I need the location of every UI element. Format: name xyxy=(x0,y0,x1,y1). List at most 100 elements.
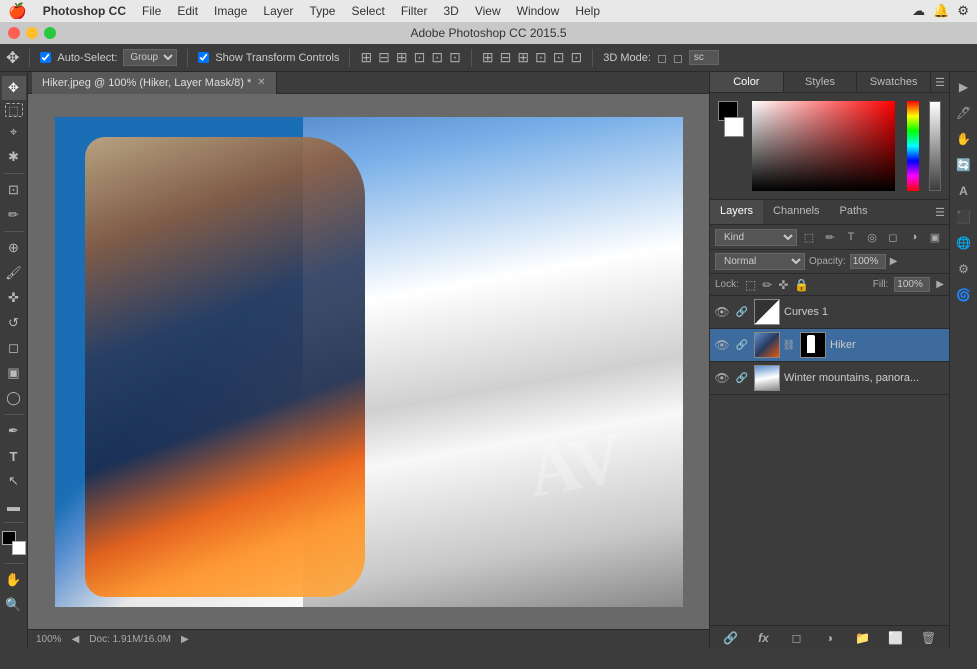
fx-button[interactable]: fx xyxy=(754,629,774,647)
background-swatch[interactable] xyxy=(724,117,744,137)
right-hand-icon[interactable]: ✋ xyxy=(953,128,975,150)
document-tab[interactable]: Hiker.jpeg @ 100% (Hiker, Layer Mask/8) … xyxy=(32,72,277,94)
right-globe-icon[interactable]: 🌐 xyxy=(953,232,975,254)
menu-type[interactable]: Type xyxy=(309,4,335,18)
marquee-tool[interactable]: ⬚ xyxy=(5,103,23,117)
lock-transparent-icon[interactable]: ⬚ xyxy=(745,278,756,292)
transform-controls-checkbox[interactable] xyxy=(198,52,209,63)
distribute-top-icon[interactable]: ⊡ xyxy=(535,49,547,66)
dodge-tool[interactable]: ◯ xyxy=(2,386,26,410)
opacity-strip[interactable] xyxy=(929,101,941,191)
move-tool[interactable]: ✥ xyxy=(2,76,26,100)
minimize-button[interactable] xyxy=(26,27,38,39)
pen-tool[interactable]: ✒ xyxy=(2,419,26,443)
kind-icon-1[interactable]: ⬚ xyxy=(800,228,818,246)
hand-tool[interactable]: ✋ xyxy=(2,568,26,592)
right-rotate-icon[interactable]: 🔄 xyxy=(953,154,975,176)
right-color-icon[interactable]: ⬛ xyxy=(953,206,975,228)
menu-filter[interactable]: Filter xyxy=(401,4,428,18)
tab-paths[interactable]: Paths xyxy=(830,200,878,224)
menu-image[interactable]: Image xyxy=(214,4,247,18)
lock-position-icon[interactable]: ✜ xyxy=(778,278,788,292)
lock-image-icon[interactable]: ✏ xyxy=(762,278,772,292)
delete-layer-button[interactable]: 🗑 xyxy=(919,629,939,647)
layer-chain-hiker[interactable]: ⛓ xyxy=(784,337,794,353)
eraser-tool[interactable]: ◻ xyxy=(2,336,26,360)
color-swatches[interactable] xyxy=(2,531,26,555)
autoselect-select[interactable]: Group Layer xyxy=(123,49,177,66)
close-button[interactable] xyxy=(8,27,20,39)
path-select-tool[interactable]: ↖ xyxy=(2,469,26,493)
align-left-icon[interactable]: ⊞ xyxy=(360,49,372,66)
eyedropper-tool[interactable]: ✏ xyxy=(2,203,26,227)
menu-window[interactable]: Window xyxy=(517,4,560,18)
layer-visibility-mountain[interactable]: 👁 xyxy=(714,370,730,386)
3d-icon-2[interactable]: ◻ xyxy=(673,51,683,65)
kind-select[interactable]: Kind xyxy=(715,229,797,246)
tab-color[interactable]: Color xyxy=(710,72,784,92)
status-arrow-right[interactable]: ▶ xyxy=(181,634,189,645)
menu-file[interactable]: File xyxy=(142,4,161,18)
right-type-icon[interactable]: A xyxy=(953,180,975,202)
history-brush-tool[interactable]: ↺ xyxy=(2,311,26,335)
distribute-bottom-icon[interactable]: ⊡ xyxy=(571,49,583,66)
kind-icon-4[interactable]: ◎ xyxy=(863,228,881,246)
lasso-tool[interactable]: ⌖ xyxy=(2,120,26,144)
menu-3d[interactable]: 3D xyxy=(443,4,458,18)
menu-select[interactable]: Select xyxy=(351,4,384,18)
crop-tool[interactable]: ⊡ xyxy=(2,178,26,202)
panel-menu-icon[interactable]: ☰ xyxy=(931,72,949,92)
layer-visibility-hiker[interactable]: 👁 xyxy=(714,337,730,353)
fill-arrow[interactable]: ▶ xyxy=(936,279,944,290)
layers-menu-icon[interactable]: ☰ xyxy=(931,200,949,224)
blend-mode-select[interactable]: Normal Multiply Screen xyxy=(715,253,805,270)
tab-swatches[interactable]: Swatches xyxy=(857,72,931,92)
layer-item-hiker[interactable]: 👁 🔗 ⛓ Hiker xyxy=(710,329,949,362)
link-layers-button[interactable]: 🔗 xyxy=(721,629,741,647)
layer-link-hiker[interactable]: 🔗 xyxy=(734,333,750,357)
align-center-v-icon[interactable]: ⊡ xyxy=(431,49,443,66)
opacity-arrow[interactable]: ▶ xyxy=(890,256,898,267)
kind-icon-7[interactable]: ▣ xyxy=(926,228,944,246)
3d-icon-1[interactable]: ◻ xyxy=(657,51,667,65)
close-tab-button[interactable]: ✕ xyxy=(257,77,265,88)
hue-strip[interactable] xyxy=(907,101,919,191)
distribute-center-v-icon[interactable]: ⊡ xyxy=(553,49,565,66)
canvas-wrapper[interactable]: AV xyxy=(28,94,709,629)
tab-layers[interactable]: Layers xyxy=(710,200,763,224)
gradient-tool[interactable]: ▣ xyxy=(2,361,26,385)
maximize-button[interactable] xyxy=(44,27,56,39)
align-top-icon[interactable]: ⊡ xyxy=(414,49,426,66)
kind-icon-2[interactable]: ✏ xyxy=(821,228,839,246)
gear-icon[interactable]: ⚙ xyxy=(957,3,969,19)
right-settings-icon[interactable]: ⚙ xyxy=(953,258,975,280)
add-mask-button[interactable]: ◻ xyxy=(787,629,807,647)
align-right-icon[interactable]: ⊞ xyxy=(396,49,408,66)
layer-item-curves[interactable]: 👁 🔗 Curves 1 xyxy=(710,296,949,329)
sc-input[interactable] xyxy=(689,50,719,65)
new-group-button[interactable]: 📁 xyxy=(853,629,873,647)
distribute-center-h-icon[interactable]: ⊟ xyxy=(500,49,512,66)
kind-icon-3[interactable]: T xyxy=(842,228,860,246)
distribute-left-icon[interactable]: ⊞ xyxy=(482,49,494,66)
align-bottom-icon[interactable]: ⊡ xyxy=(449,49,461,66)
background-color[interactable] xyxy=(12,541,26,555)
fill-input[interactable] xyxy=(894,277,930,292)
notification-icon[interactable]: 🔔 xyxy=(933,3,949,19)
tab-styles[interactable]: Styles xyxy=(784,72,858,92)
clone-stamp-tool[interactable]: ✜ xyxy=(2,286,26,310)
magic-wand-tool[interactable]: ✱ xyxy=(2,145,26,169)
align-center-h-icon[interactable]: ⊟ xyxy=(378,49,390,66)
right-brush-icon[interactable]: 🖊 xyxy=(953,102,975,124)
opacity-input[interactable] xyxy=(850,254,886,269)
add-adjustment-button[interactable]: ◑ xyxy=(820,629,840,647)
menu-edit[interactable]: Edit xyxy=(177,4,198,18)
kind-icon-5[interactable]: ◻ xyxy=(884,228,902,246)
spot-heal-tool[interactable]: ⊕ xyxy=(2,236,26,260)
right-spiral-icon[interactable]: 🌀 xyxy=(953,284,975,306)
lock-all-icon[interactable]: 🔒 xyxy=(794,278,809,292)
tab-channels[interactable]: Channels xyxy=(763,200,829,224)
kind-icon-6[interactable]: ◑ xyxy=(905,228,923,246)
layer-visibility-curves[interactable]: 👁 xyxy=(714,304,730,320)
autoselect-checkbox[interactable] xyxy=(40,52,51,63)
